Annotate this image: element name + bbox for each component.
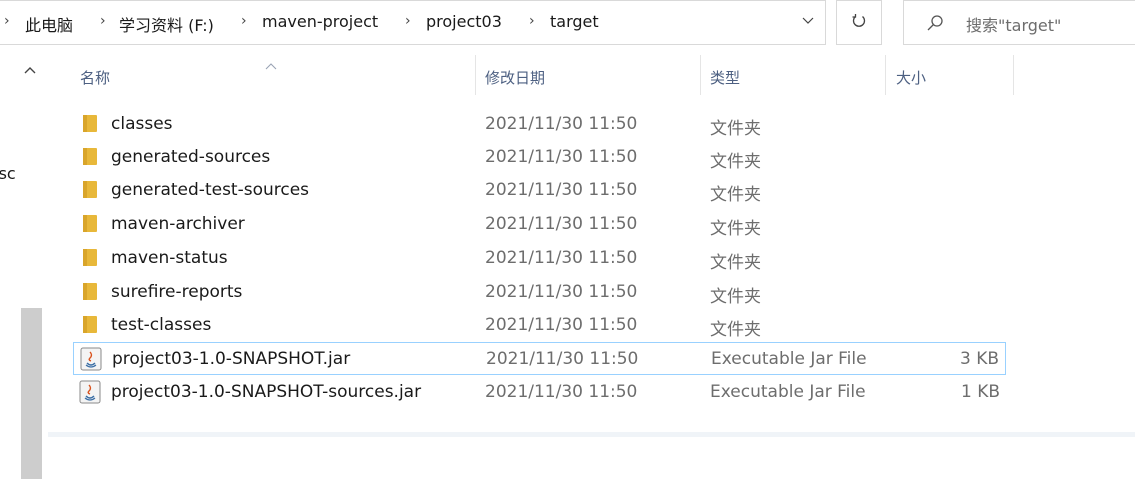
file-date: 2021/11/30 11:50: [485, 147, 638, 167]
file-row-selected[interactable]: project03-1.0-SNAPSHOT.jar 2021/11/30 11…: [73, 342, 1006, 375]
column-header-date[interactable]: 修改日期: [485, 67, 545, 88]
jar-file-icon: [80, 347, 102, 371]
file-date: 2021/11/30 11:50: [485, 180, 638, 200]
file-size: 1 KB: [960, 382, 1000, 402]
file-row[interactable]: generated-sources 2021/11/30 11:50 文件夹: [73, 141, 1006, 174]
nav-item-clipped[interactable]: rsc: [0, 164, 16, 183]
file-date: 2021/11/30 11:50: [486, 349, 639, 369]
file-type: Executable Jar File: [710, 382, 866, 402]
file-row[interactable]: test-classes 2021/11/30 11:50 文件夹: [73, 309, 1006, 342]
column-header-size[interactable]: 大小: [896, 67, 926, 88]
file-row[interactable]: project03-1.0-SNAPSHOT-sources.jar 2021/…: [73, 376, 1006, 409]
file-row[interactable]: maven-status 2021/11/30 11:50 文件夹: [73, 242, 1006, 275]
scroll-up-icon[interactable]: [23, 60, 37, 79]
file-type: 文件夹: [710, 185, 761, 205]
search-box[interactable]: 搜索"target": [903, 0, 1135, 45]
status-strip: [48, 432, 1135, 437]
folder-icon: [83, 316, 97, 333]
file-type: 文件夹: [710, 253, 761, 273]
file-type: 文件夹: [710, 287, 761, 307]
refresh-button[interactable]: [836, 0, 882, 45]
breadcrumb-maven-project[interactable]: maven-project: [262, 12, 378, 31]
address-bar[interactable]: › 此电脑 › 学习资料 (F:) › maven-project › proj…: [0, 0, 826, 45]
folder-icon: [83, 115, 97, 132]
chevron-right-icon[interactable]: ›: [4, 13, 10, 29]
chevron-down-icon[interactable]: [802, 14, 814, 30]
file-name[interactable]: surefire-reports: [111, 282, 242, 302]
file-date: 2021/11/30 11:50: [485, 248, 638, 268]
chevron-right-icon[interactable]: ›: [100, 13, 106, 29]
file-name[interactable]: maven-archiver: [111, 214, 245, 234]
file-date: 2021/11/30 11:50: [485, 382, 638, 402]
chevron-right-icon[interactable]: ›: [241, 13, 247, 29]
folder-icon: [83, 215, 97, 232]
column-divider[interactable]: [475, 55, 476, 95]
column-header-name[interactable]: 名称: [80, 67, 110, 88]
folder-icon: [83, 283, 97, 300]
folder-icon: [83, 148, 97, 165]
file-name[interactable]: generated-sources: [111, 147, 270, 167]
file-date: 2021/11/30 11:50: [485, 214, 638, 234]
file-name[interactable]: generated-test-sources: [111, 180, 309, 200]
column-divider[interactable]: [700, 55, 701, 95]
folder-icon: [83, 249, 97, 266]
file-date: 2021/11/30 11:50: [485, 315, 638, 335]
chevron-right-icon[interactable]: ›: [405, 13, 411, 29]
chevron-right-icon[interactable]: ›: [529, 13, 535, 29]
file-row[interactable]: surefire-reports 2021/11/30 11:50 文件夹: [73, 276, 1006, 309]
file-type: 文件夹: [710, 152, 761, 172]
column-header-type[interactable]: 类型: [710, 67, 740, 88]
file-size: 3 KB: [959, 349, 999, 369]
file-type: Executable Jar File: [711, 349, 867, 369]
search-icon: [926, 14, 944, 36]
refresh-icon: [851, 13, 867, 33]
jar-file-icon: [79, 380, 101, 404]
breadcrumb-this-pc[interactable]: 此电脑: [25, 12, 73, 36]
navigation-pane[interactable]: rsc: [0, 46, 48, 479]
sort-ascending-icon: [265, 55, 277, 74]
nav-scrollbar-thumb[interactable]: [21, 308, 42, 479]
file-type: 文件夹: [710, 119, 761, 139]
file-name[interactable]: test-classes: [111, 315, 211, 335]
breadcrumb-drive[interactable]: 学习资料 (F:): [119, 12, 214, 36]
column-divider[interactable]: [885, 55, 886, 95]
file-row[interactable]: classes 2021/11/30 11:50 文件夹: [73, 108, 1006, 141]
file-row[interactable]: generated-test-sources 2021/11/30 11:50 …: [73, 174, 1006, 207]
file-name[interactable]: classes: [111, 114, 173, 134]
file-date: 2021/11/30 11:50: [485, 282, 638, 302]
file-type: 文件夹: [710, 320, 761, 340]
file-name[interactable]: maven-status: [111, 248, 228, 268]
file-name[interactable]: project03-1.0-SNAPSHOT-sources.jar: [111, 382, 421, 402]
folder-icon: [83, 181, 97, 198]
file-type: 文件夹: [710, 219, 761, 239]
file-name[interactable]: project03-1.0-SNAPSHOT.jar: [112, 349, 350, 369]
column-divider[interactable]: [1013, 55, 1014, 95]
breadcrumb-project03[interactable]: project03: [426, 12, 502, 31]
search-input[interactable]: 搜索"target": [966, 12, 1061, 36]
file-row[interactable]: maven-archiver 2021/11/30 11:50 文件夹: [73, 208, 1006, 241]
file-date: 2021/11/30 11:50: [485, 114, 638, 134]
breadcrumb-target[interactable]: target: [550, 12, 599, 31]
